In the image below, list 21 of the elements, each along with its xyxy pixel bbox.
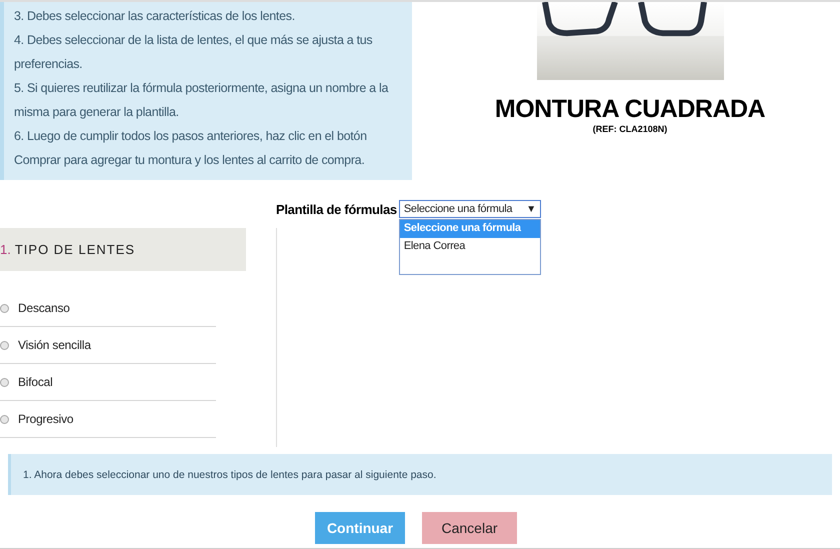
lens-type-label: Visión sencilla [18,338,91,352]
cancel-button[interactable]: Cancelar [422,512,517,544]
info-message: 1. Ahora debes seleccionar uno de nuestros tipos de lentes para pasar al siguiente paso. [8,454,832,495]
section-number: 1. [0,242,11,257]
lens-type-label: Progresivo [18,412,74,426]
radio-button[interactable] [0,304,9,312]
dropdown-option[interactable]: Elena Correa [400,238,540,256]
template-label: Plantilla de fórmulas [276,202,397,216]
instruction-text: 6. Luego de cumplir todos los pasos anteriores, haz clic en el botón Comprar para agregar tu montura y los lentes al carrito de compra. [14,128,368,169]
section-title: TIPO DE LENTES [14,242,136,257]
radio-button[interactable] [0,340,9,350]
product-reference: (REF: CLA2108N) [592,124,668,134]
instruction-text: 3. Debes seleccionar las características de los lentes. [14,8,296,25]
template-select[interactable]: Seleccione una fórmula ▼ [398,200,541,218]
instruction-text: 4. Debes seleccionar de la lista de lentes, el que más se ajusta a tus preferencias. [14,32,374,73]
instruction-text: 5. Si quieres reutilizar la fórmula posteriormente, asigna un nombre a la misma para generar la plantilla. [14,80,390,121]
product-title: MONTURA CUADRADA [494,95,766,124]
radio-button[interactable] [0,414,9,424]
radio-button[interactable] [0,378,9,386]
lens-type-label: Descanso [18,301,70,315]
lens-type-label: Bifocal [18,375,53,389]
